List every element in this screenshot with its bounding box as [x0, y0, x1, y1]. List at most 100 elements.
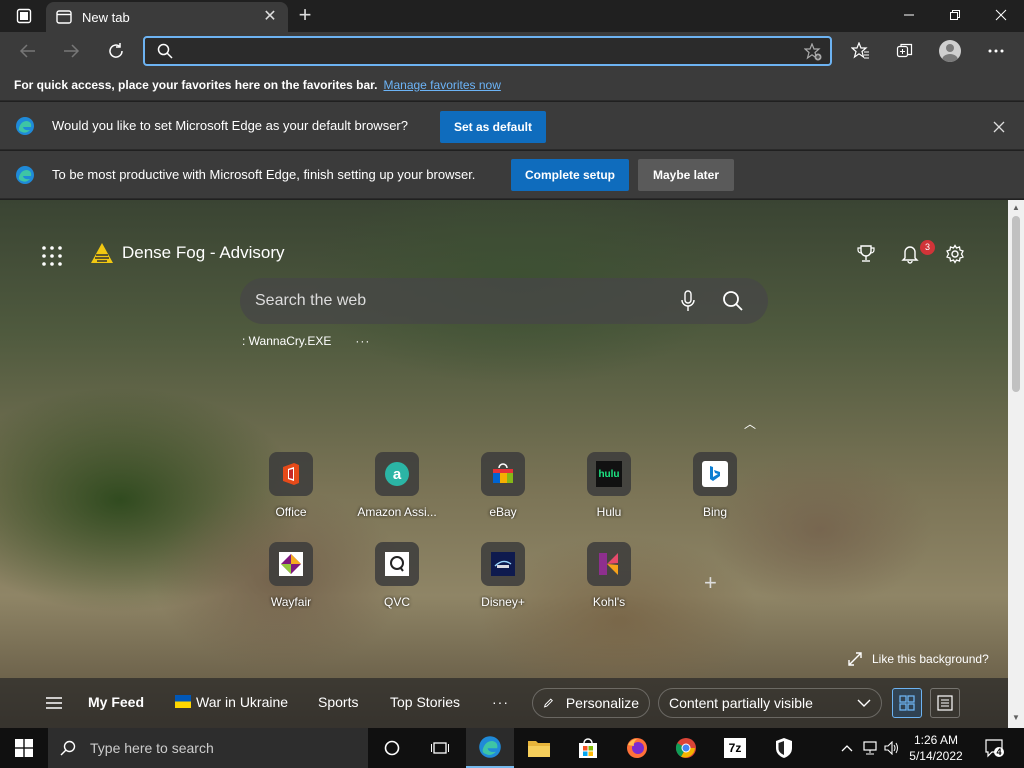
settings-and-more-button[interactable] [982, 37, 1010, 65]
tile-label: Hulu [596, 505, 622, 519]
quick-link-qvc[interactable]: QVC [352, 542, 442, 609]
taskbar-firefox-app[interactable] [613, 728, 661, 768]
new-tab-page: Dense Fog - Advisory 3 Search the web : … [0, 200, 1008, 728]
start-button[interactable] [0, 728, 48, 768]
edge-logo-icon [16, 166, 34, 184]
browser-tab[interactable]: New tab ✕ [46, 2, 288, 32]
add-favorite-star-icon[interactable] [804, 43, 822, 61]
page-settings-button[interactable] [943, 242, 967, 266]
taskbar-edge-app[interactable] [466, 728, 514, 768]
clock-time: 1:26 AM [913, 733, 959, 747]
favorites-icon [851, 42, 869, 59]
set-as-default-button[interactable]: Set as default [440, 111, 546, 143]
rewards-button[interactable] [854, 242, 878, 266]
feed-tab-top-stories[interactable]: Top Stories [390, 694, 460, 710]
taskbar-security-app[interactable] [760, 728, 808, 768]
back-button[interactable] [13, 36, 43, 66]
list-view-button[interactable] [930, 688, 960, 718]
quick-link-wayfair[interactable]: Wayfair [246, 542, 336, 609]
quick-link-disney-plus[interactable]: Disney+ [458, 542, 548, 609]
volume-button[interactable] [882, 728, 902, 768]
taskbar-chrome-app[interactable] [662, 728, 710, 768]
app-launcher-icon[interactable] [40, 244, 64, 268]
web-search-box[interactable]: Search the web [240, 278, 768, 324]
expand-icon [848, 652, 862, 666]
network-button[interactable] [860, 728, 880, 768]
like-background-button[interactable]: Like this background? [848, 652, 989, 666]
quick-link-kohls[interactable]: Kohl's [564, 542, 654, 609]
folder-icon [528, 741, 550, 757]
speaker-icon [884, 741, 898, 755]
suggestion-more-button[interactable]: ··· [355, 334, 370, 348]
cortana-button[interactable] [368, 728, 416, 768]
cortana-circle-icon [384, 740, 400, 756]
maybe-later-button[interactable]: Maybe later [638, 159, 734, 191]
collections-icon [896, 43, 913, 58]
back-arrow-icon [19, 44, 35, 58]
dismiss-infobar-close-icon[interactable] [993, 121, 1005, 133]
collections-button[interactable] [891, 37, 919, 65]
close-window-button[interactable] [978, 0, 1024, 30]
address-bar[interactable] [143, 36, 832, 66]
page-scrollbar[interactable]: ▲ ▼ [1008, 200, 1024, 728]
tab-actions-menu-button[interactable] [8, 4, 40, 28]
list-view-icon [937, 695, 953, 711]
default-browser-infobar: Would you like to set Microsoft Edge as … [0, 102, 1024, 150]
forward-button[interactable] [56, 36, 86, 66]
minimize-button[interactable] [886, 0, 932, 30]
personalize-button[interactable]: Personalize [532, 688, 650, 718]
microphone-icon[interactable] [678, 290, 698, 312]
quick-link-office[interactable]: Office [246, 452, 336, 519]
tab-actions-icon [16, 8, 32, 24]
store-bag-icon [579, 738, 597, 758]
tile-label: Office [275, 505, 307, 519]
scroll-up-arrow-icon[interactable]: ▲ [1012, 204, 1020, 212]
refresh-button[interactable] [101, 36, 131, 66]
manage-favorites-link[interactable]: Manage favorites now [383, 78, 500, 92]
add-quick-link-plus-icon[interactable]: + [704, 570, 717, 596]
tile-label: Bing [702, 505, 728, 519]
grid-view-button[interactable] [892, 688, 922, 718]
hamburger-menu-icon[interactable] [45, 696, 63, 710]
taskbar-microsoft-store-app[interactable] [564, 728, 612, 768]
hulu-icon: hulu [587, 452, 631, 496]
favorites-button[interactable] [846, 37, 874, 65]
action-center-button[interactable]: 4 [984, 738, 1004, 758]
taskbar-search-box[interactable]: Type here to search [48, 728, 368, 768]
quick-link-hulu[interactable]: hulu Hulu [564, 452, 654, 519]
show-hidden-icons-button[interactable] [838, 728, 856, 768]
collapse-quick-links-chevron-icon[interactable]: ︿ [744, 415, 756, 432]
tile-label: Disney+ [481, 595, 525, 609]
scroll-down-arrow-icon[interactable]: ▼ [1012, 714, 1020, 722]
task-view-button[interactable] [416, 728, 464, 768]
feed-tab-my-feed[interactable]: My Feed [88, 694, 144, 710]
search-icon[interactable] [722, 290, 744, 312]
feed-tab-war-in-ukraine[interactable]: War in Ukraine [196, 694, 288, 710]
personalize-label: Personalize [565, 695, 639, 711]
quick-link-ebay[interactable]: eBay [458, 452, 548, 519]
weather-alert[interactable]: Dense Fog - Advisory [90, 242, 285, 264]
quick-link-bing[interactable]: Bing [670, 452, 760, 519]
scrollbar-thumb[interactable] [1012, 216, 1020, 392]
tile-label: Wayfair [270, 595, 312, 609]
windows-logo-icon [15, 739, 33, 757]
content-visibility-dropdown[interactable]: Content partially visible [658, 688, 882, 718]
tab-close-icon[interactable]: ✕ [262, 9, 278, 25]
new-tab-button[interactable]: + [292, 4, 318, 28]
taskbar-file-explorer-app[interactable] [515, 728, 563, 768]
taskbar-clock[interactable]: 1:26 AM 5/14/2022 [904, 732, 968, 764]
new-tab-favicon-icon [56, 10, 72, 24]
feed-tab-sports[interactable]: Sports [318, 694, 358, 710]
search-suggestion[interactable]: : WannaCry.EXE ··· [242, 334, 370, 348]
taskbar-7zip-app[interactable]: 7z [711, 728, 759, 768]
profile-avatar[interactable] [939, 40, 961, 62]
feed-more-button[interactable]: ··· [492, 694, 509, 710]
search-icon [60, 740, 76, 756]
notifications-button[interactable] [898, 242, 922, 266]
restore-button[interactable] [932, 0, 978, 30]
complete-setup-button[interactable]: Complete setup [511, 159, 629, 191]
suggestion-text: : WannaCry.EXE [242, 334, 332, 348]
quick-link-amazon[interactable]: a Amazon Assi... [352, 452, 442, 519]
kohls-icon [587, 542, 631, 586]
clock-date: 5/14/2022 [909, 749, 963, 763]
